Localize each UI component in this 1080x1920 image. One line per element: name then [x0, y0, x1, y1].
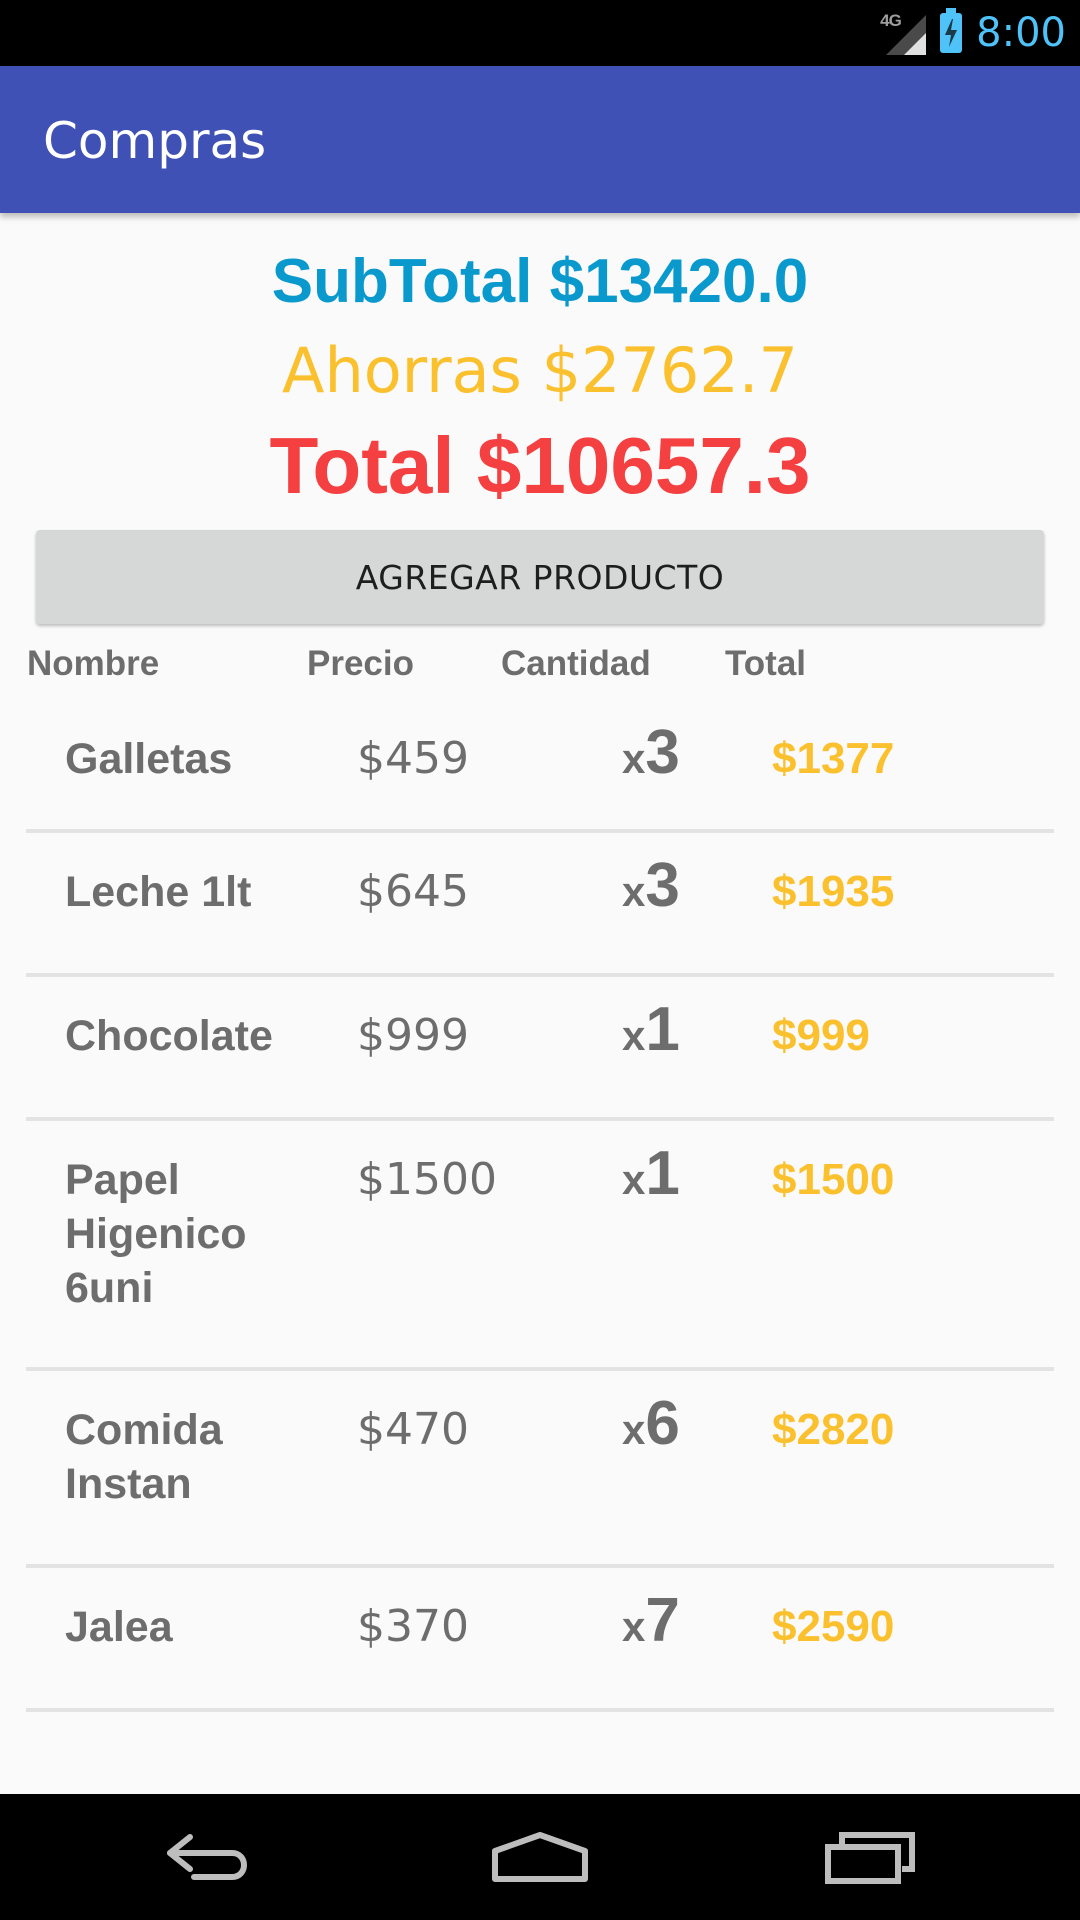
quantity-prefix: x	[622, 1012, 646, 1059]
product-row[interactable]: Comida Instan $470 x6 $2820	[0, 1371, 1080, 1568]
home-icon[interactable]	[460, 1794, 620, 1920]
quantity-value: 6	[645, 1389, 680, 1458]
status-bar: 4G 8:00	[0, 0, 1080, 66]
quantity-value: 1	[645, 995, 680, 1064]
subtotal-text: SubTotal $13420.0	[271, 247, 809, 316]
quantity-prefix: x	[622, 735, 646, 782]
header-price: Precio	[307, 644, 414, 683]
quantity-prefix: x	[622, 1156, 646, 1203]
product-total: $1935	[772, 867, 895, 916]
product-row[interactable]: Chocolate $999 x1 $999	[0, 977, 1080, 1121]
product-row[interactable]: Jalea $370 x7 $2590	[0, 1568, 1080, 1712]
product-quantity: x3	[622, 851, 680, 937]
quantity-prefix: x	[622, 1603, 646, 1650]
product-price: $459	[357, 733, 469, 784]
quantity-prefix: x	[622, 868, 646, 915]
product-price: $999	[357, 1010, 469, 1061]
clock: 8:00	[976, 10, 1066, 56]
battery-charging-icon	[940, 8, 963, 53]
header-total: Total	[725, 644, 807, 683]
product-quantity: x1	[622, 1139, 680, 1225]
product-price: $470	[357, 1404, 469, 1455]
product-price: $370	[357, 1601, 469, 1652]
product-name: Galletas	[65, 735, 233, 783]
product-row[interactable]: Leche 1lt $645 x3 $1935	[0, 833, 1080, 977]
product-quantity: x3	[622, 718, 680, 804]
product-price: $1500	[357, 1154, 497, 1205]
navigation-bar	[0, 1794, 1080, 1920]
row-divider	[26, 1708, 1054, 1712]
product-total: $1500	[772, 1155, 895, 1204]
product-total: $2820	[772, 1405, 895, 1454]
product-list[interactable]: Galletas $459 x3 $1377 Leche 1lt $645 x3…	[0, 700, 1080, 1766]
product-quantity: x1	[622, 995, 680, 1081]
savings-text: Ahorras $2762.7	[282, 334, 798, 407]
product-name: Papel Higenico 6uni	[65, 1156, 247, 1312]
grand-total-text: Total $10657.3	[269, 421, 811, 510]
status-icons: 4G 8:00	[880, 0, 1066, 66]
quantity-prefix: x	[622, 1406, 646, 1453]
product-name: Leche 1lt	[65, 868, 252, 916]
product-total: $2590	[772, 1602, 895, 1651]
quantity-value: 3	[645, 718, 680, 787]
app-bar: Compras	[0, 66, 1080, 213]
signal-icon: 4G	[880, 11, 927, 55]
quantity-value: 3	[645, 851, 680, 920]
quantity-value: 1	[645, 1139, 680, 1208]
product-row[interactable]: Papel Higenico 6uni $1500 x1 $1500	[0, 1121, 1080, 1371]
app-title: Compras	[43, 112, 267, 170]
product-total: $1377	[772, 734, 895, 783]
product-quantity: x7	[622, 1586, 680, 1672]
product-name: Jalea	[65, 1603, 173, 1651]
product-name: Chocolate	[65, 1012, 273, 1060]
product-quantity: x6	[622, 1389, 680, 1475]
product-row[interactable]: Galletas $459 x3 $1377	[0, 700, 1080, 833]
product-name: Comida Instan	[65, 1406, 223, 1508]
recents-icon[interactable]	[790, 1794, 950, 1920]
add-product-button[interactable]: AGREGAR PRODUCTO	[36, 530, 1044, 624]
product-total: $999	[772, 1011, 870, 1060]
header-quantity: Cantidad	[501, 644, 651, 683]
header-name: Nombre	[27, 644, 160, 683]
quantity-value: 7	[645, 1586, 680, 1655]
product-price: $645	[357, 866, 469, 917]
back-icon[interactable]	[130, 1794, 290, 1920]
